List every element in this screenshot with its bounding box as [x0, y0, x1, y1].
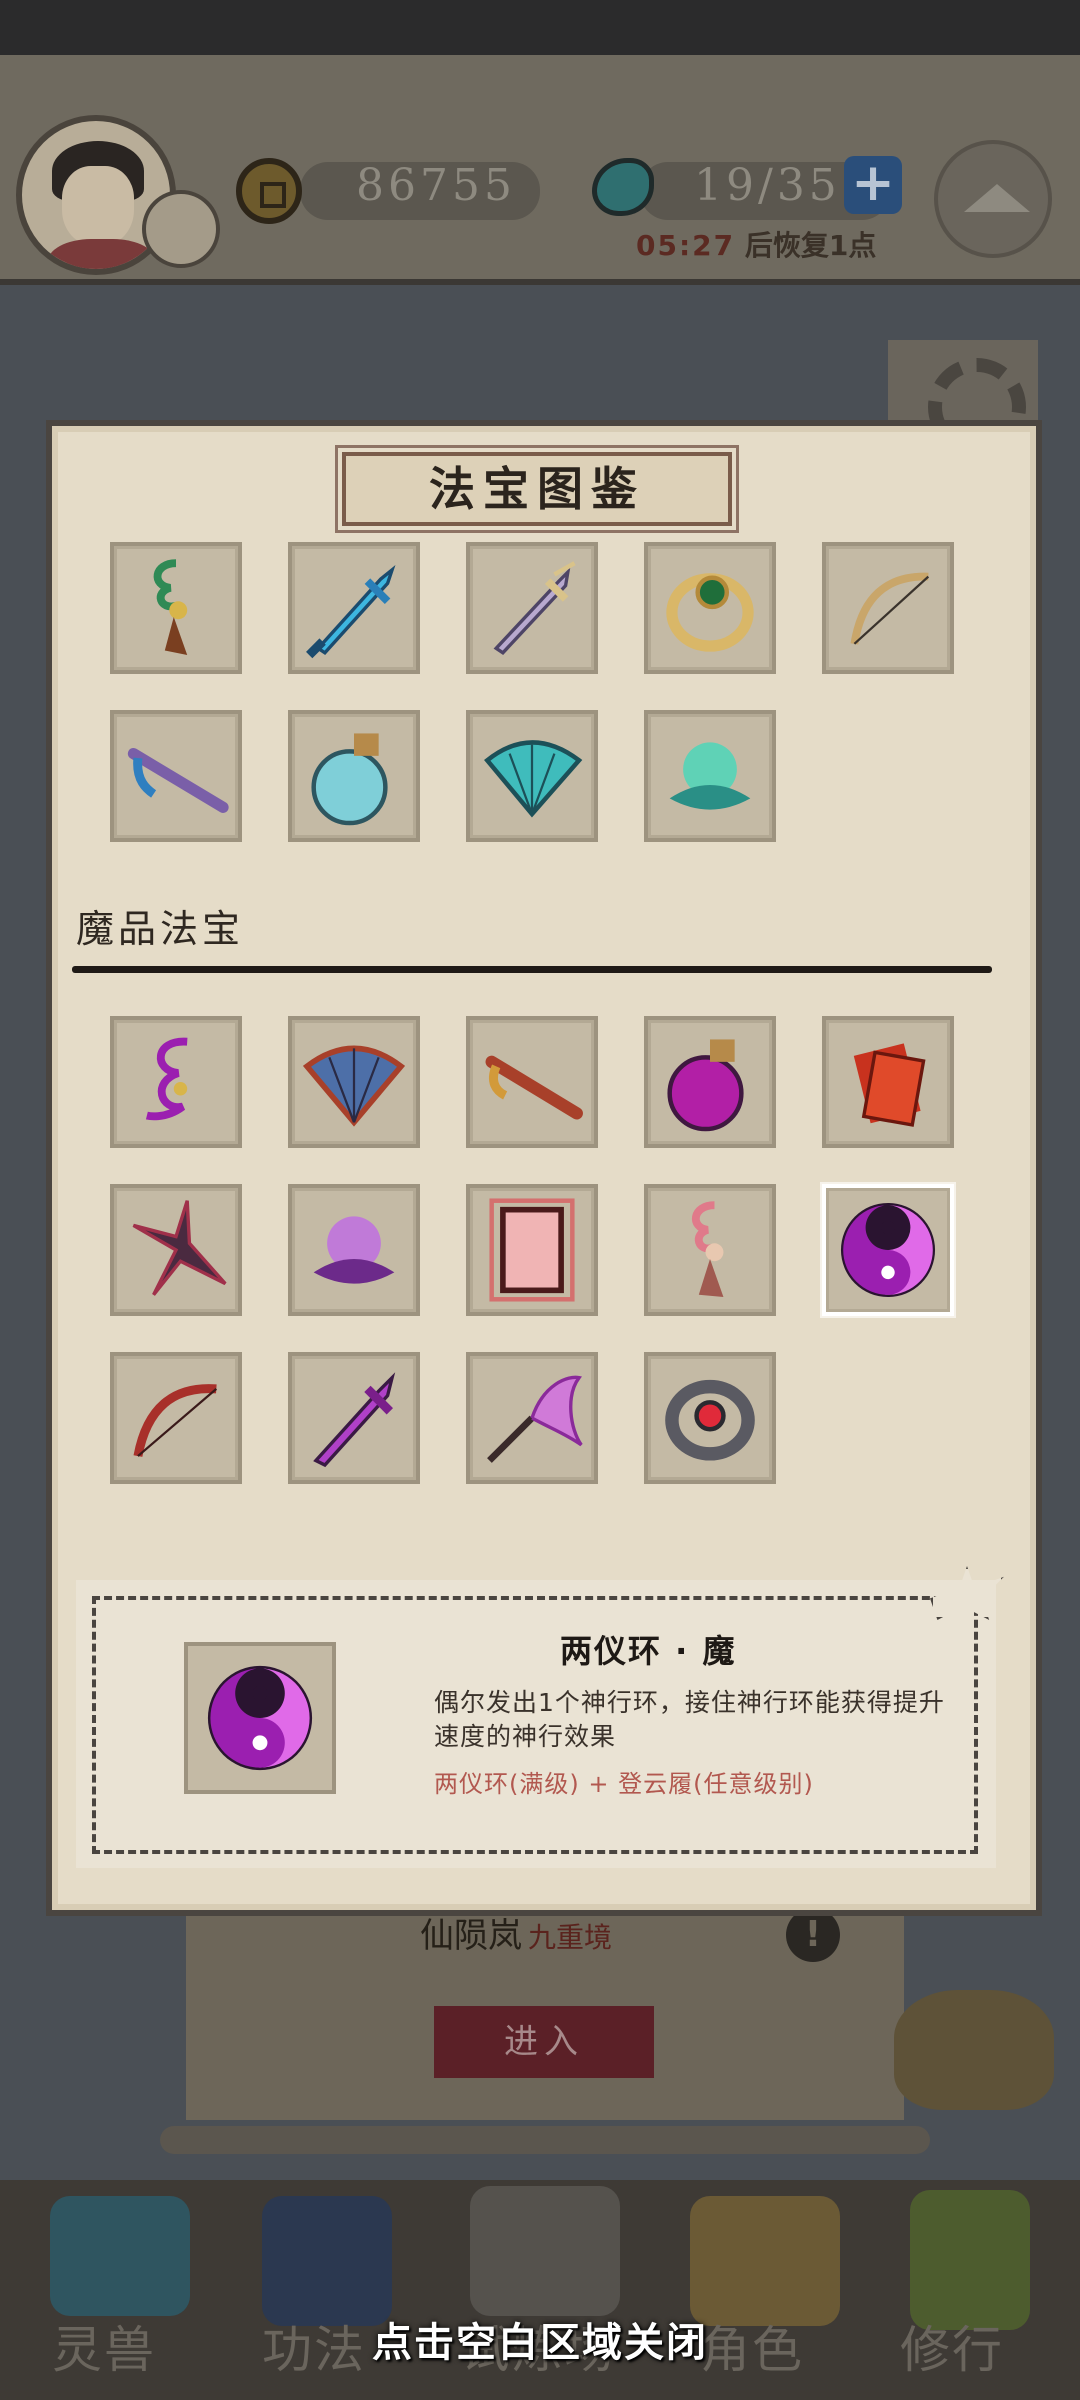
realm-name: 仙陨岚 [420, 1916, 522, 1956]
add-stamina-button[interactable]: + [844, 156, 902, 214]
feather-nav-icon[interactable] [50, 2196, 190, 2316]
purple-lotus-icon[interactable] [288, 1184, 420, 1316]
purple-rope-icon[interactable] [110, 1016, 242, 1148]
info-icon[interactable]: ! [786, 1908, 840, 1962]
red-flute-icon[interactable] [466, 1016, 598, 1148]
artifact-combo: 两仪环(满级) + 登云履(任意级别) [434, 1770, 814, 1798]
red-mirror-icon[interactable] [466, 1184, 598, 1316]
enter-button[interactable]: 进入 [434, 2006, 654, 2078]
stamina-value: 19/35 [694, 160, 841, 211]
close-hint[interactable]: 点击空白区域关闭 [0, 2310, 1080, 2368]
mountain-nav-icon[interactable] [470, 2186, 620, 2316]
purple-whisk-icon[interactable] [466, 1352, 598, 1484]
bow-icon[interactable] [822, 542, 954, 674]
red-fan-icon[interactable] [288, 1016, 420, 1148]
flute-icon[interactable] [110, 710, 242, 842]
yin-yang-ring-icon[interactable] [822, 1184, 954, 1316]
recover-time: 05:27 [636, 229, 736, 262]
purple-gourd-icon[interactable] [644, 1016, 776, 1148]
blue-lotus-icon[interactable] [644, 710, 776, 842]
collapse-menu-button[interactable] [934, 140, 1052, 258]
hat-nav-icon[interactable] [690, 2196, 840, 2326]
jade-pendant-icon[interactable] [110, 542, 242, 674]
green-ring-icon[interactable] [644, 542, 776, 674]
red-talisman-icon[interactable] [822, 1016, 954, 1148]
recover-timer: 05:27 后恢复1点 [636, 224, 876, 264]
recover-suffix: 后恢复1点 [744, 229, 877, 262]
realm-level: 九重境 [528, 1921, 613, 1954]
artifact-description: 偶尔发出1个神行环，接住神行环能获得提升速度的神行效果 [434, 1688, 945, 1751]
feather-badge-icon [142, 190, 220, 268]
section-divider [72, 966, 992, 973]
cauldron-icon[interactable] [894, 1990, 1054, 2110]
gourd-nav-icon[interactable] [910, 2190, 1030, 2330]
coin-icon [236, 158, 302, 224]
pink-pendant-icon[interactable] [644, 1184, 776, 1316]
blue-sword-icon[interactable] [288, 542, 420, 674]
blue-fan-icon[interactable] [466, 710, 598, 842]
selected-artifact-icon [184, 1642, 336, 1794]
book-nav-icon[interactable] [262, 2196, 392, 2326]
scroll-rod [160, 2126, 930, 2154]
avatar-face [62, 166, 134, 246]
shuriken-icon[interactable] [110, 1184, 242, 1316]
red-ring-icon[interactable] [644, 1352, 776, 1484]
coin-value: 86755 [356, 160, 516, 211]
blue-gourd-icon[interactable] [288, 710, 420, 842]
section-label-demon: 魔品法宝 [76, 907, 245, 951]
red-bow-icon[interactable] [110, 1352, 242, 1484]
modal-title: 法宝图鉴 [429, 462, 645, 516]
purple-sword-icon[interactable] [288, 1352, 420, 1484]
steel-sword-icon[interactable] [466, 542, 598, 674]
status-bar-area [0, 0, 1080, 60]
artifact-name: 两仪环 · 魔 [560, 1632, 737, 1670]
